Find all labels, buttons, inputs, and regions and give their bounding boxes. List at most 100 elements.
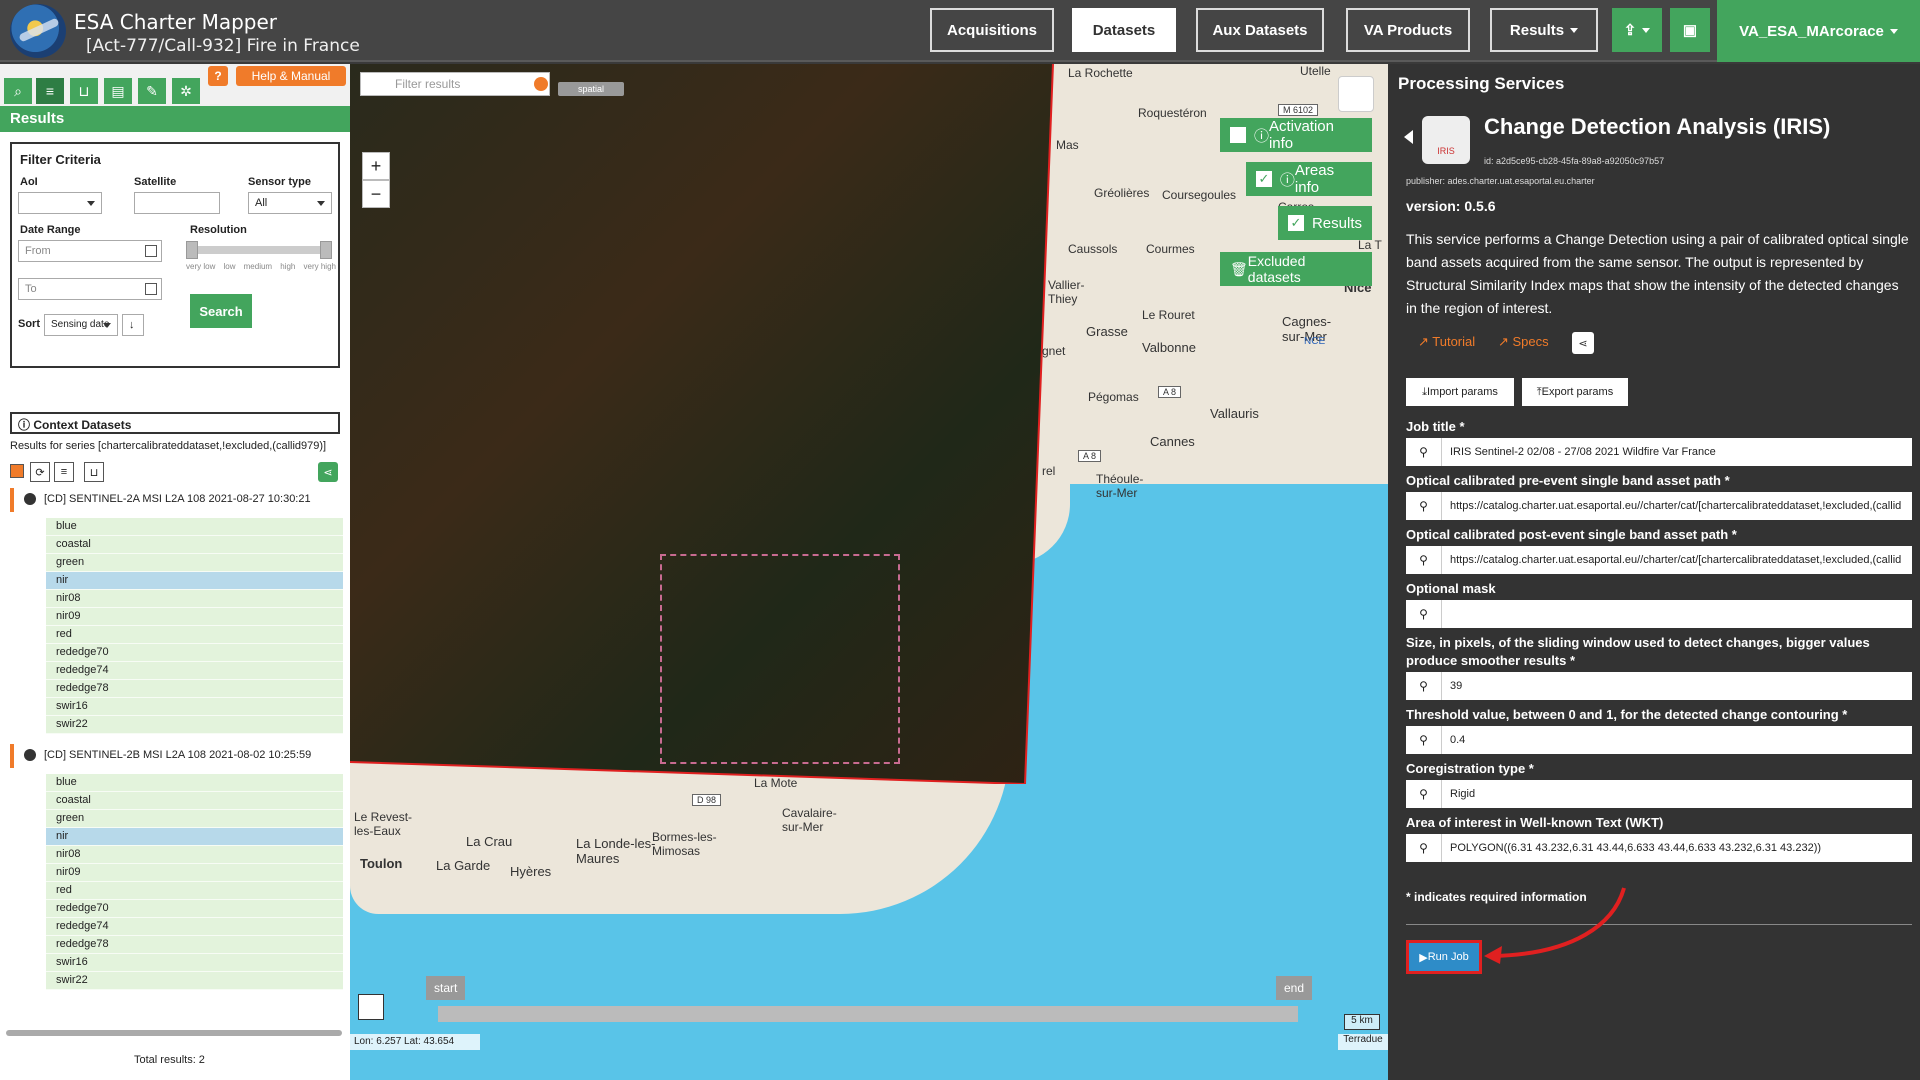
- nav-datasets[interactable]: Datasets: [1072, 8, 1176, 52]
- band-item[interactable]: rededge70: [46, 644, 343, 662]
- nav-va-products[interactable]: VA Products: [1346, 8, 1470, 52]
- upload-button[interactable]: ⇪: [1612, 8, 1662, 52]
- band-item-selected[interactable]: nir: [46, 828, 343, 846]
- coregistration-field[interactable]: ⚲ Rigid: [1406, 780, 1912, 808]
- band-item[interactable]: blue: [46, 518, 343, 536]
- band-item[interactable]: coastal: [46, 536, 343, 554]
- wand-icon[interactable]: ⚲: [1406, 546, 1442, 574]
- dataset-header[interactable]: [CD] SENTINEL-2B MSI L2A 108 2021-08-02 …: [10, 744, 340, 768]
- share-icon[interactable]: ⋖: [1572, 332, 1594, 354]
- share-icon[interactable]: ⋖: [318, 462, 338, 482]
- horizontal-scrollbar[interactable]: [6, 1030, 342, 1036]
- band-item[interactable]: red: [46, 882, 343, 900]
- timeline-slider[interactable]: [438, 1006, 1298, 1022]
- timeline-start[interactable]: start: [426, 976, 466, 1000]
- pencil-icon[interactable]: ✎: [138, 78, 166, 104]
- checkbox[interactable]: ✓: [1256, 171, 1272, 187]
- band-item[interactable]: nir08: [46, 590, 343, 608]
- select-all-checkbox[interactable]: [10, 464, 24, 478]
- timeline-end[interactable]: end: [1276, 976, 1313, 1000]
- wand-icon[interactable]: ⚲: [1406, 726, 1442, 754]
- band-item[interactable]: rededge74: [46, 662, 343, 680]
- band-item[interactable]: swir22: [46, 972, 343, 990]
- date-from-input[interactable]: From: [18, 240, 162, 262]
- run-job-button[interactable]: ▶ Run Job: [1406, 940, 1482, 974]
- band-item[interactable]: red: [46, 626, 343, 644]
- zoom-in-button[interactable]: +: [362, 152, 390, 180]
- nav-acquisitions[interactable]: Acquisitions: [930, 8, 1054, 52]
- nav-aux-datasets[interactable]: Aux Datasets: [1196, 8, 1324, 52]
- search-button[interactable]: Search: [190, 294, 252, 328]
- job-title-field[interactable]: ⚲ IRIS Sentinel-2 02/08 - 27/08 2021 Wild…: [1406, 438, 1912, 466]
- window-size-field[interactable]: ⚲ 39: [1406, 672, 1912, 700]
- excluded-datasets-button[interactable]: 🗑 Excluded datasets: [1220, 252, 1372, 286]
- date-to-input[interactable]: To: [18, 278, 162, 300]
- calendar-icon[interactable]: [145, 245, 157, 257]
- resolution-min-handle[interactable]: [186, 241, 198, 259]
- list-icon[interactable]: ≡: [36, 78, 64, 104]
- band-item[interactable]: nir08: [46, 846, 343, 864]
- archive-icon[interactable]: ▤: [104, 78, 132, 104]
- help-question-icon[interactable]: ?: [208, 66, 228, 86]
- wkt-aoi-field[interactable]: ⚲ POLYGON((6.31 43.232,6.31 43.44,6.633 4…: [1406, 834, 1912, 862]
- post-event-asset-field[interactable]: ⚲ https://catalog.charter.uat.esaportal.e…: [1406, 546, 1912, 574]
- context-datasets-header[interactable]: ⓘ Context Datasets: [10, 412, 340, 434]
- wand-icon[interactable]: ⚲: [1406, 834, 1442, 862]
- band-item[interactable]: rededge70: [46, 900, 343, 918]
- spatial-tag[interactable]: spatial: [558, 82, 624, 96]
- optional-mask-field[interactable]: ⚲: [1406, 600, 1912, 628]
- help-manual-button[interactable]: Help & Manual: [236, 66, 346, 86]
- resolution-slider[interactable]: [186, 241, 332, 259]
- band-item[interactable]: swir16: [46, 698, 343, 716]
- band-item[interactable]: swir16: [46, 954, 343, 972]
- tutorial-link[interactable]: ↗ Tutorial: [1418, 334, 1475, 350]
- band-item[interactable]: rededge74: [46, 918, 343, 936]
- pre-event-asset-field[interactable]: ⚲ https://catalog.charter.uat.esaportal.e…: [1406, 492, 1912, 520]
- specs-link[interactable]: ↗ Specs: [1498, 334, 1549, 350]
- checkbox[interactable]: [1230, 127, 1246, 143]
- band-item[interactable]: rededge78: [46, 936, 343, 954]
- basket-icon[interactable]: ⊔: [84, 462, 104, 482]
- user-menu[interactable]: VA_ESA_MArcorace: [1717, 0, 1920, 62]
- areas-info-button[interactable]: ✓ ⓘ Areas info: [1246, 162, 1372, 196]
- band-item[interactable]: green: [46, 554, 343, 572]
- zoom-out-button[interactable]: −: [362, 180, 390, 208]
- band-item[interactable]: green: [46, 810, 343, 828]
- checkbox[interactable]: ✓: [1288, 215, 1304, 231]
- basket-icon[interactable]: ⊔: [70, 78, 98, 104]
- filter-badge-icon[interactable]: [534, 77, 548, 91]
- band-item[interactable]: swir22: [46, 716, 343, 734]
- list-icon[interactable]: ≡: [54, 462, 74, 482]
- back-arrow-icon[interactable]: [1404, 130, 1413, 144]
- refresh-icon[interactable]: ⟳: [30, 462, 50, 482]
- wand-icon[interactable]: ⚲: [1406, 492, 1442, 520]
- search-icon[interactable]: ⌕: [4, 78, 32, 104]
- band-item-selected[interactable]: nir: [46, 572, 343, 590]
- map-panel-toggle-icon[interactable]: [358, 994, 384, 1020]
- sensor-type-select[interactable]: All: [248, 192, 332, 214]
- activation-info-button[interactable]: ⓘ Activation info: [1220, 118, 1372, 152]
- band-item[interactable]: nir09: [46, 864, 343, 882]
- band-item[interactable]: rededge78: [46, 680, 343, 698]
- filter-results-input[interactable]: Filter results: [360, 72, 550, 96]
- satellite-input[interactable]: [134, 192, 220, 214]
- gear-icon[interactable]: ✲: [172, 78, 200, 104]
- sort-select[interactable]: Sensing date: [44, 314, 118, 336]
- results-toggle-button[interactable]: ✓ Results: [1278, 206, 1372, 240]
- sort-direction-icon[interactable]: ↓: [122, 314, 144, 336]
- wand-icon[interactable]: ⚲: [1406, 438, 1442, 466]
- aoi-select[interactable]: [18, 192, 102, 214]
- band-item[interactable]: blue: [46, 774, 343, 792]
- import-params-button[interactable]: ⤓ Import params: [1406, 378, 1514, 406]
- nav-results[interactable]: Results: [1490, 8, 1598, 52]
- resolution-max-handle[interactable]: [320, 241, 332, 259]
- dataset-header[interactable]: [CD] SENTINEL-2A MSI L2A 108 2021-08-27 …: [10, 488, 340, 512]
- calendar-icon[interactable]: [145, 283, 157, 295]
- wand-icon[interactable]: ⚲: [1406, 600, 1442, 628]
- briefcase-button[interactable]: ▣: [1670, 8, 1710, 52]
- wand-icon[interactable]: ⚲: [1406, 780, 1442, 808]
- wand-icon[interactable]: ⚲: [1406, 672, 1442, 700]
- map-view[interactable]: La Rochette Roquestéron Mas Gréolières C…: [350, 64, 1388, 1080]
- layers-icon[interactable]: [1338, 76, 1374, 112]
- threshold-field[interactable]: ⚲ 0.4: [1406, 726, 1912, 754]
